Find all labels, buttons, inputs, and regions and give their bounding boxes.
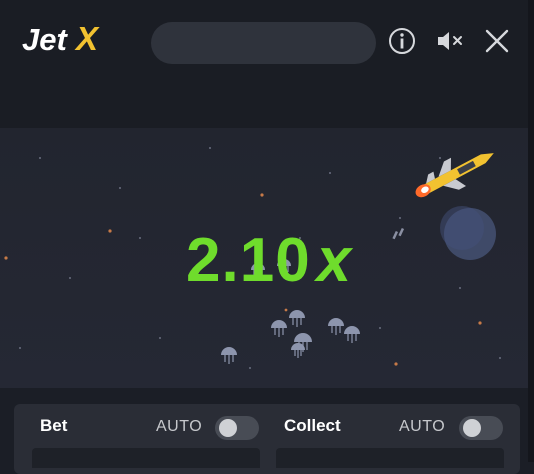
- sound-muted-icon[interactable]: [434, 25, 466, 57]
- toggle-knob: [463, 419, 481, 437]
- collect-auto-toggle[interactable]: [459, 416, 503, 440]
- close-icon[interactable]: [481, 25, 513, 57]
- jet: [415, 153, 494, 198]
- collect-label: Collect: [284, 416, 341, 435]
- game-area: 2.10x: [0, 128, 528, 388]
- svg-text:X: X: [74, 20, 100, 57]
- top-bar: Jet X: [0, 0, 534, 128]
- info-icon[interactable]: [386, 25, 418, 57]
- bet-auto-toggle[interactable]: [215, 416, 259, 440]
- svg-text:Jet: Jet: [22, 22, 68, 57]
- multiplier-display: 2.10x: [186, 226, 366, 296]
- scrollbar-track: [528, 0, 534, 462]
- bet-amount-field[interactable]: [32, 448, 260, 468]
- multiplier-suffix: x: [316, 226, 353, 295]
- bet-auto-label: AUTO: [156, 418, 203, 435]
- jetx-logo: Jet X: [22, 20, 114, 58]
- history-bar: [151, 22, 376, 64]
- collect-amount-field[interactable]: [276, 448, 504, 468]
- bet-label: Bet: [40, 416, 68, 435]
- toggle-knob: [219, 419, 237, 437]
- collect-auto-label: AUTO: [399, 418, 446, 435]
- multiplier-value: 2.10: [186, 226, 311, 295]
